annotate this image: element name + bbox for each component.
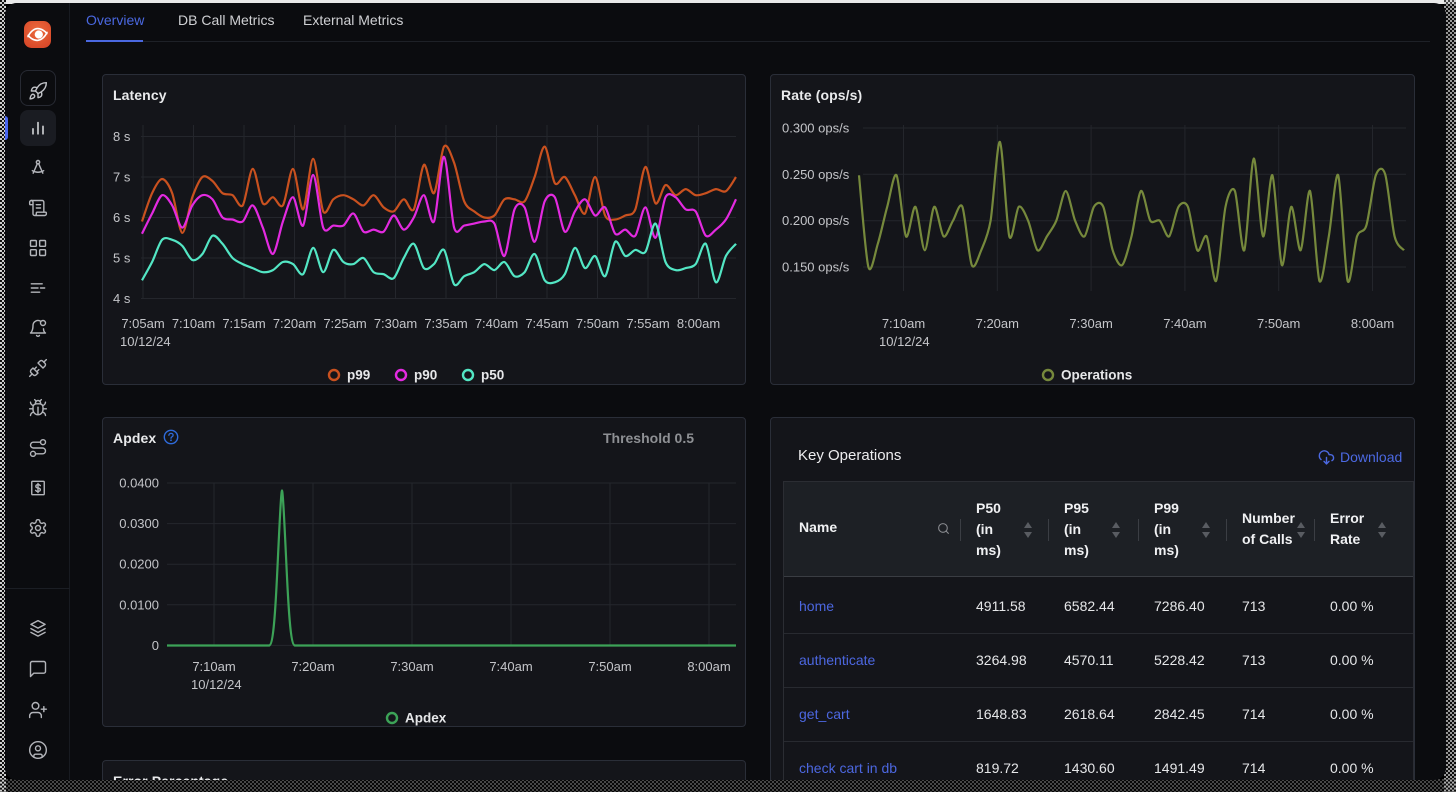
svg-text:0.250 ops/s: 0.250 ops/s <box>782 167 850 182</box>
svg-text:0.0300: 0.0300 <box>119 516 159 531</box>
svg-text:7:45am: 7:45am <box>525 316 568 331</box>
svg-text:10/12/24: 10/12/24 <box>191 677 242 692</box>
svg-text:p50: p50 <box>481 368 504 383</box>
svg-text:7:05am: 7:05am <box>121 316 164 331</box>
svg-text:5 s: 5 s <box>113 251 131 266</box>
svg-text:p90: p90 <box>414 368 437 383</box>
svg-text:7:10am: 7:10am <box>882 316 925 331</box>
svg-text:7:30am: 7:30am <box>390 659 433 674</box>
svg-text:10/12/24: 10/12/24 <box>120 334 171 349</box>
svg-text:7:40am: 7:40am <box>475 316 518 331</box>
svg-text:7:50am: 7:50am <box>588 659 631 674</box>
svg-text:Operations: Operations <box>1061 368 1132 383</box>
svg-text:7:40am: 7:40am <box>489 659 532 674</box>
svg-text:7:40am: 7:40am <box>1163 316 1206 331</box>
svg-text:7:55am: 7:55am <box>626 316 669 331</box>
svg-text:Apdex: Apdex <box>405 711 447 726</box>
svg-text:4 s: 4 s <box>113 291 131 306</box>
svg-text:7:50am: 7:50am <box>576 316 619 331</box>
svg-text:7:30am: 7:30am <box>374 316 417 331</box>
svg-text:7 s: 7 s <box>113 170 131 185</box>
svg-text:8:00am: 8:00am <box>687 659 730 674</box>
svg-text:7:10am: 7:10am <box>172 316 215 331</box>
svg-text:7:35am: 7:35am <box>424 316 467 331</box>
svg-text:p99: p99 <box>347 368 370 383</box>
svg-text:0.0100: 0.0100 <box>119 597 159 612</box>
svg-text:7:50am: 7:50am <box>1257 316 1300 331</box>
svg-text:10/12/24: 10/12/24 <box>879 334 930 349</box>
svg-text:0.0200: 0.0200 <box>119 557 159 572</box>
svg-text:0.0400: 0.0400 <box>119 476 159 491</box>
svg-text:0: 0 <box>152 638 159 653</box>
svg-text:0.150 ops/s: 0.150 ops/s <box>782 260 850 275</box>
svg-text:7:30am: 7:30am <box>1069 316 1112 331</box>
svg-text:0.300 ops/s: 0.300 ops/s <box>782 121 850 136</box>
svg-text:7:25am: 7:25am <box>323 316 366 331</box>
svg-text:7:20am: 7:20am <box>976 316 1019 331</box>
svg-text:7:10am: 7:10am <box>192 659 235 674</box>
svg-text:8:00am: 8:00am <box>1351 316 1394 331</box>
svg-text:8 s: 8 s <box>113 129 131 144</box>
svg-text:7:20am: 7:20am <box>273 316 316 331</box>
svg-text:6 s: 6 s <box>113 210 131 225</box>
svg-text:7:15am: 7:15am <box>222 316 265 331</box>
svg-text:7:20am: 7:20am <box>291 659 334 674</box>
svg-text:8:00am: 8:00am <box>677 316 720 331</box>
svg-text:0.200 ops/s: 0.200 ops/s <box>782 213 850 228</box>
